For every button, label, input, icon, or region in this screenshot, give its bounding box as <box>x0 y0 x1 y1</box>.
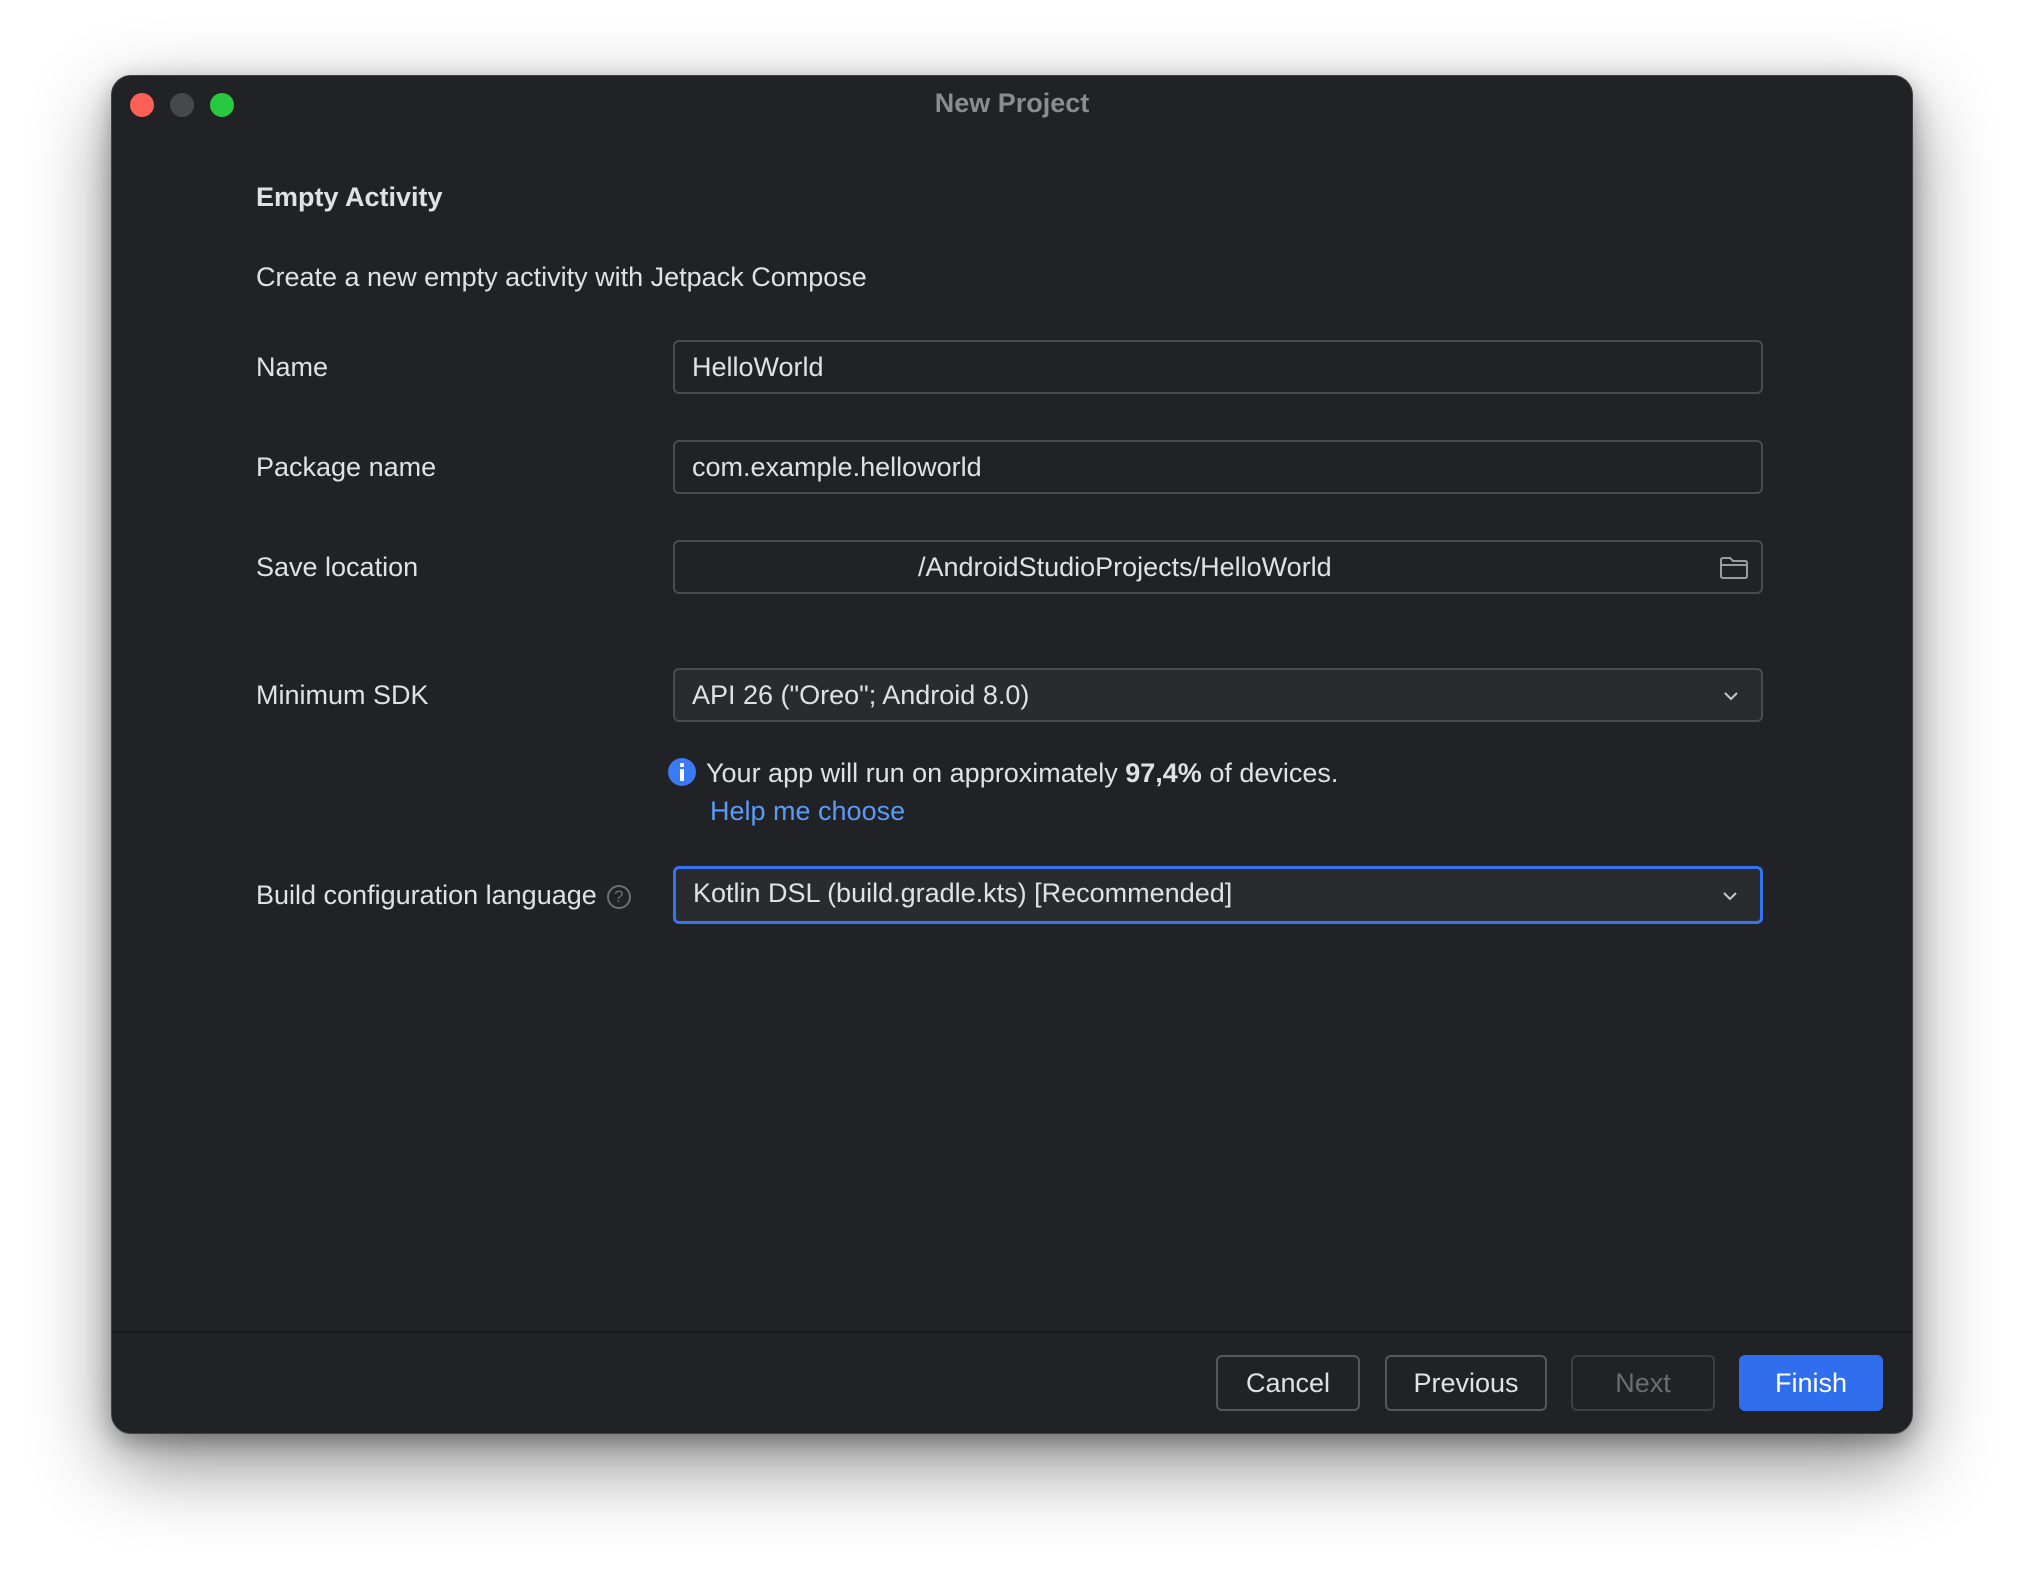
coverage-percent: 97,4% <box>1125 758 1202 788</box>
name-input[interactable]: HelloWorld <box>673 340 1763 394</box>
minimum-sdk-label: Minimum SDK <box>256 680 429 710</box>
folder-icon[interactable] <box>1719 556 1749 580</box>
help-icon[interactable]: ? <box>606 885 631 909</box>
page-heading: Empty Activity <box>256 182 443 212</box>
window-title: New Project <box>934 88 1090 118</box>
info-icon <box>668 758 696 786</box>
dialog-footer: Cancel Previous Next Finish <box>112 1331 1912 1433</box>
finish-button[interactable]: Finish <box>1739 1355 1883 1411</box>
previous-button[interactable]: Previous <box>1385 1355 1547 1411</box>
save-location-input-value: /AndroidStudioProjects/HelloWorld <box>918 552 1332 582</box>
new-project-dialog: New Project Empty Activity Create a new … <box>111 75 1913 1434</box>
device-coverage-info: Your app will run on approximately 97,4%… <box>668 758 1338 789</box>
name-input-value: HelloWorld <box>692 352 824 382</box>
minimum-sdk-select[interactable]: API 26 ("Oreo"; Android 8.0) <box>673 668 1763 722</box>
build-config-language-label-text: Build configuration language <box>256 880 597 910</box>
build-config-language-select-value: Kotlin DSL (build.gradle.kts) [Recommend… <box>693 878 1233 908</box>
next-button[interactable]: Next <box>1571 1355 1715 1411</box>
cancel-button[interactable]: Cancel <box>1216 1355 1360 1411</box>
package-name-input-value: com.example.helloworld <box>692 452 982 482</box>
build-config-language-label: Build configuration language? <box>256 880 631 911</box>
build-config-language-select[interactable]: Kotlin DSL (build.gradle.kts) [Recommend… <box>673 866 1763 924</box>
package-name-label: Package name <box>256 452 437 482</box>
save-location-label: Save location <box>256 552 419 582</box>
titlebar: New Project <box>112 76 1912 132</box>
name-label: Name <box>256 352 329 382</box>
info-text-prefix: Your app will run on approximately <box>706 758 1126 788</box>
chevron-down-icon <box>1724 692 1738 701</box>
info-text-suffix: of devices. <box>1201 758 1339 788</box>
save-location-input[interactable]: /AndroidStudioProjects/HelloWorld <box>673 540 1763 594</box>
minimum-sdk-select-value: API 26 ("Oreo"; Android 8.0) <box>692 680 1030 710</box>
page-description: Create a new empty activity with Jetpack… <box>256 262 867 292</box>
package-name-input[interactable]: com.example.helloworld <box>673 440 1763 494</box>
help-me-choose-link[interactable]: Help me choose <box>710 796 905 827</box>
chevron-down-icon <box>1723 892 1737 901</box>
